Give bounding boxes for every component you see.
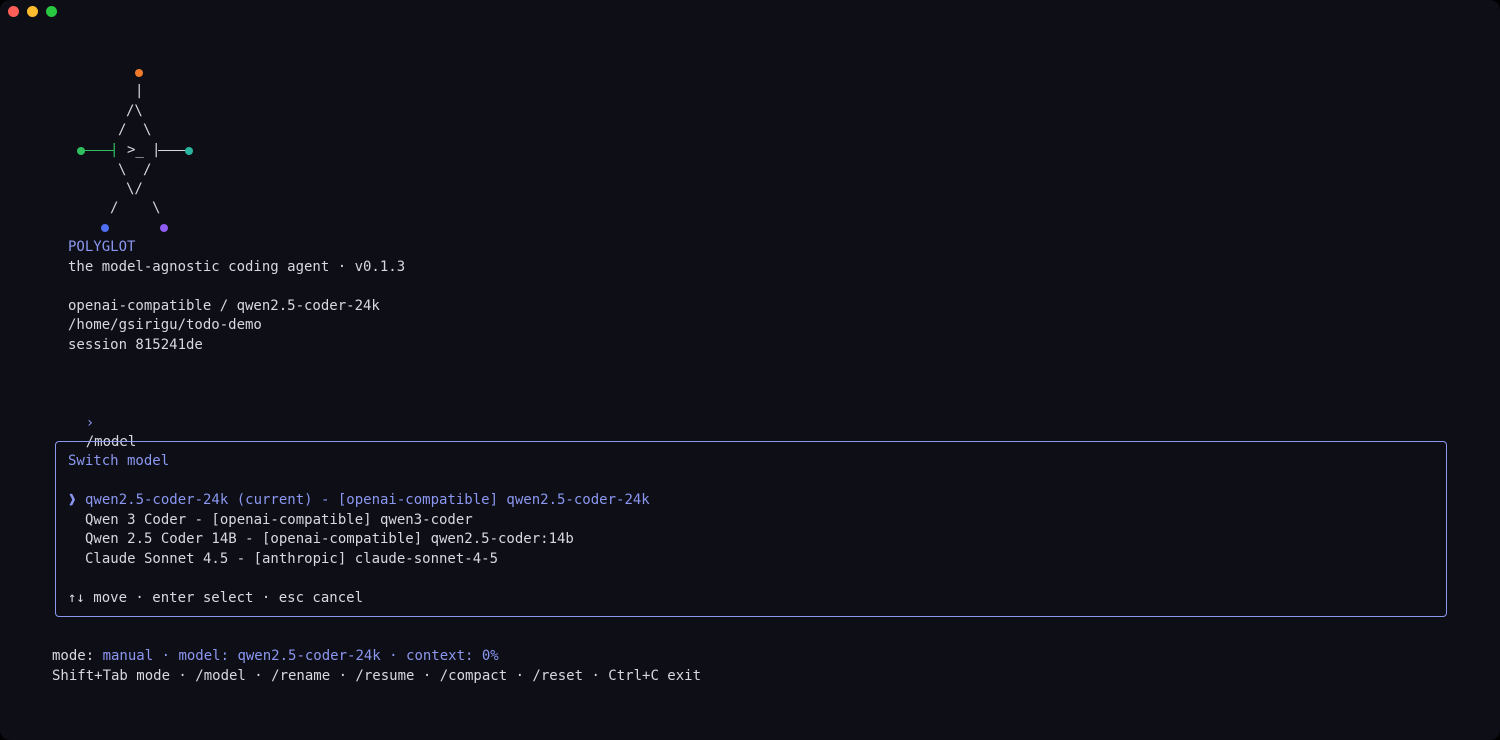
working-directory: /home/gsirigu/todo-demo xyxy=(68,317,262,333)
dialog-title: Switch model xyxy=(68,453,170,469)
tagline: the model-agnostic coding agent · v0.1.3 xyxy=(68,259,406,275)
polyglot-logo: | /\ / \ | >_ | \ / \/ / \ xyxy=(0,0,260,240)
status-bar: mode: manual · model: qwen2.5-coder-24k … xyxy=(52,647,499,667)
logo-node-top xyxy=(135,69,143,77)
status-details: · model: qwen2.5-coder-24k · context: 0% xyxy=(153,648,499,664)
switch-model-dialog: Switch model ❱ qwen2.5-coder-24k (current… xyxy=(55,441,1447,617)
logo-node-bottom-right xyxy=(160,224,168,232)
model-option-label: Qwen 3 Coder - [openai-compatible] qwen3… xyxy=(85,511,473,528)
model-option-qwen-2-5-coder-14b[interactable]: Qwen 2.5 Coder 14B - [openai-compatible]… xyxy=(68,530,650,550)
model-list: ❱ qwen2.5-coder-24k (current) - [openai-c… xyxy=(68,491,650,569)
logo-stem: | xyxy=(135,83,144,99)
logo-node-right xyxy=(185,147,193,155)
logo-node-bottom-left xyxy=(101,224,109,232)
model-option-label: Claude Sonnet 4.5 - [anthropic] claude-s… xyxy=(85,550,499,567)
logo-leg-right: \ xyxy=(152,200,161,216)
model-option-qwen-3-coder[interactable]: Qwen 3 Coder - [openai-compatible] qwen3… xyxy=(68,511,650,531)
session-id: session 815241de xyxy=(68,337,203,353)
prompt-symbol: › xyxy=(85,414,95,431)
terminal-window: | /\ / \ | >_ | \ / \/ / \ POLYGLOT the … xyxy=(0,0,1500,740)
selection-caret-icon: ❱ xyxy=(68,492,77,508)
logo-peak: /\ xyxy=(126,103,143,119)
dialog-help-text: ↑↓ move · enter select · esc cancel xyxy=(68,590,364,606)
logo-valley: \/ xyxy=(126,181,143,197)
provider-model: openai-compatible / qwen2.5-coder-24k xyxy=(68,298,380,314)
logo-prompt: >_ xyxy=(127,142,144,158)
logo-upper-right: \ xyxy=(143,122,152,138)
logo-node-left xyxy=(77,147,85,155)
logo-lower-left: \ xyxy=(118,162,127,178)
logo-wire-right xyxy=(158,150,186,151)
mode-value: manual xyxy=(102,648,154,664)
shortcut-hints: Shift+Tab mode · /model · /rename · /res… xyxy=(52,668,702,684)
model-option-label: Qwen 2.5 Coder 14B - [openai-compatible]… xyxy=(85,531,574,547)
logo-left-bar: | xyxy=(110,142,119,158)
model-option-claude-sonnet-4-5[interactable]: Claude Sonnet 4.5 - [anthropic] claude-s… xyxy=(68,550,650,570)
model-option-label: qwen2.5-coder-24k (current) - [openai-co… xyxy=(85,492,650,508)
logo-leg-left: / xyxy=(110,200,119,216)
app-name: POLYGLOT xyxy=(68,239,136,255)
model-option-qwen2-5-coder-24k[interactable]: ❱ qwen2.5-coder-24k (current) - [openai-c… xyxy=(68,491,650,511)
mode-label: mode: xyxy=(52,648,103,664)
logo-upper-left: / xyxy=(118,122,127,138)
logo-lower-right: / xyxy=(143,162,152,178)
